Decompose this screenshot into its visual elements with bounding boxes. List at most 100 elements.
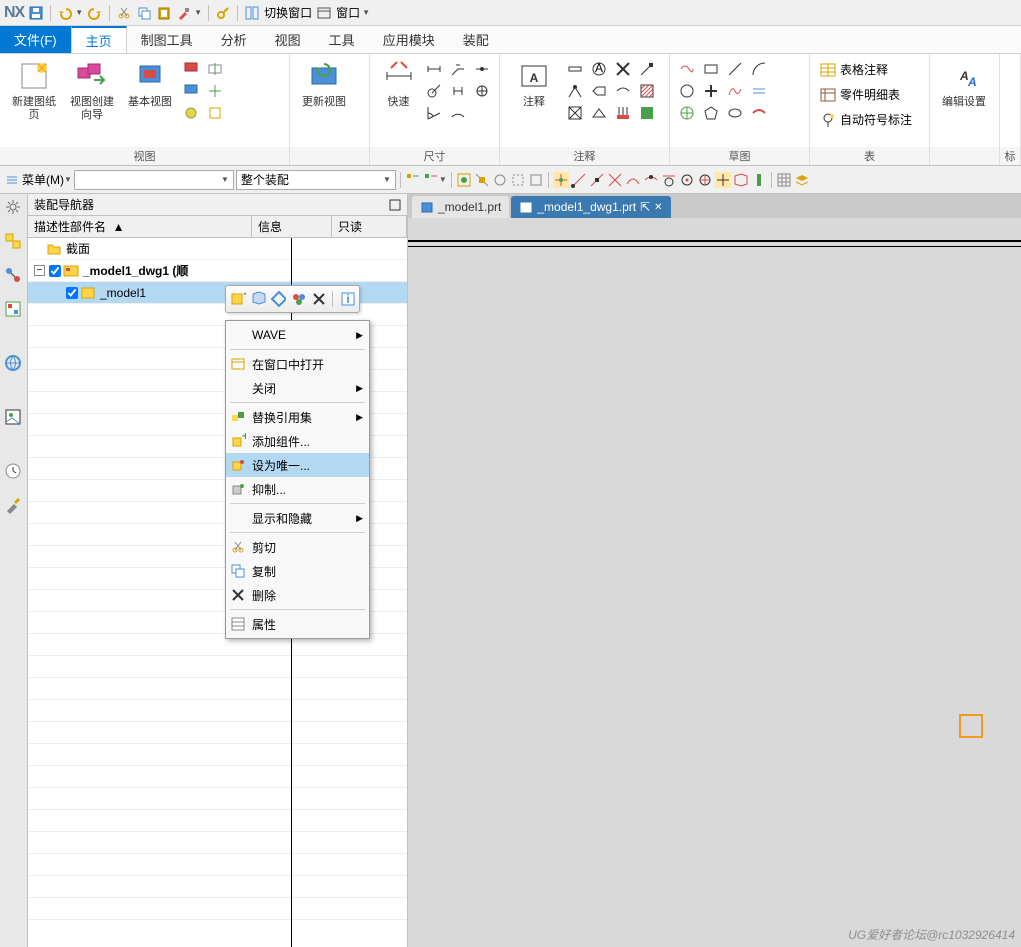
snap-end-icon[interactable]	[571, 172, 587, 188]
layer-icon[interactable]	[794, 172, 810, 188]
sk-rect-icon[interactable]	[702, 60, 720, 78]
edit-settings-button[interactable]: AA 编辑设置	[936, 58, 992, 111]
dim-angle-icon[interactable]	[425, 104, 443, 122]
combo-1[interactable]: ▼	[74, 170, 234, 190]
col-readonly[interactable]: 只读	[332, 216, 407, 237]
snap-on-icon[interactable]	[643, 172, 659, 188]
anno-8-icon[interactable]	[614, 82, 632, 100]
anno-4-icon[interactable]: A	[590, 60, 608, 78]
anno-10-icon[interactable]	[638, 60, 656, 78]
menu-analysis[interactable]: 分析	[207, 26, 261, 53]
ctx-suppress[interactable]: 抑制...	[226, 477, 369, 501]
dim-linear-icon[interactable]	[425, 60, 443, 78]
sk-spline-icon[interactable]	[726, 82, 744, 100]
ctx-show-hide[interactable]: 显示和隐藏▶	[226, 506, 369, 530]
ctx-open-window[interactable]: 在窗口中打开	[226, 352, 369, 376]
image-icon[interactable]	[4, 408, 24, 428]
sk-3-icon[interactable]	[678, 104, 696, 122]
graphics-canvas[interactable]: _model1.prt _model1_dwg1.prt ⇱ ✕ UG爱好者论坛…	[408, 194, 1021, 947]
filter-2-icon[interactable]	[423, 172, 439, 188]
dropdown-icon[interactable]: ▼	[194, 8, 202, 17]
ctx-wave[interactable]: WAVE▶	[226, 323, 369, 347]
ctx-info-icon[interactable]: i	[339, 291, 355, 307]
copy-icon[interactable]	[136, 5, 152, 21]
snap-tan-icon[interactable]	[661, 172, 677, 188]
dropdown-icon[interactable]: ▼	[75, 8, 83, 17]
tree-dwg1-row[interactable]: − _model1_dwg1 (顺	[28, 260, 407, 282]
ctx-cut[interactable]: 剪切	[226, 535, 369, 559]
tree-checkbox[interactable]	[66, 287, 78, 299]
sk-1-icon[interactable]	[678, 60, 696, 78]
rapid-dim-button[interactable]: 快速	[376, 58, 421, 111]
dropdown-icon[interactable]: ▼	[362, 8, 370, 17]
table-annotation-button[interactable]: 表格注释	[818, 60, 914, 79]
base-view-button[interactable]: 基本视图	[122, 58, 178, 111]
view-wizard-button[interactable]: 视图创建向导	[64, 58, 120, 124]
ctx-add-component[interactable]: +添加组件...	[226, 429, 369, 453]
paste-icon[interactable]	[156, 5, 172, 21]
menu-drafting[interactable]: 制图工具	[127, 26, 207, 53]
dim-arc-icon[interactable]	[449, 104, 467, 122]
sk-plus-icon[interactable]	[702, 82, 720, 100]
tab-model1[interactable]: _model1.prt	[412, 196, 509, 218]
tree-checkbox[interactable]	[49, 265, 61, 277]
annotation-button[interactable]: A 注释	[506, 58, 562, 111]
snap-curve-icon[interactable]	[625, 172, 641, 188]
menu-file[interactable]: 文件(F)	[0, 26, 71, 53]
tab-popout-icon[interactable]: ⇱	[640, 200, 650, 214]
snap-quad-icon[interactable]	[697, 172, 713, 188]
ctx-make-unique[interactable]: 设为唯一...	[226, 453, 369, 477]
anno-3-icon[interactable]	[566, 104, 584, 122]
window-layout-icon[interactable]	[244, 5, 260, 21]
dim-thickness-icon[interactable]	[449, 82, 467, 100]
snap-pole-icon[interactable]	[751, 172, 767, 188]
tree-section-row[interactable]: 截面	[28, 238, 407, 260]
auto-balloon-button[interactable]: 自动符号标注	[818, 110, 914, 129]
anno-5-icon[interactable]	[590, 82, 608, 100]
snap-face-icon[interactable]	[733, 172, 749, 188]
tool-sketch-icon[interactable]	[4, 496, 24, 516]
undo-icon[interactable]	[57, 5, 73, 21]
dim-hole-icon[interactable]	[473, 82, 491, 100]
view-tool-6-icon[interactable]	[206, 104, 224, 122]
menu-icon[interactable]	[4, 172, 20, 188]
col-name[interactable]: 描述性部件名 ▲	[28, 216, 252, 237]
tab-close-icon[interactable]: ✕	[654, 202, 662, 213]
ctx-color-icon[interactable]	[290, 291, 306, 307]
sk-2-icon[interactable]	[678, 82, 696, 100]
sk-curve-icon[interactable]	[750, 104, 768, 122]
anno-1-icon[interactable]	[566, 60, 584, 78]
snap-pt-icon[interactable]	[715, 172, 731, 188]
internet-icon[interactable]	[4, 354, 24, 374]
sk-polygon-icon[interactable]	[702, 104, 720, 122]
menu-button-label[interactable]: 菜单(M)	[22, 171, 64, 188]
window-menu-label[interactable]: 窗口	[336, 4, 360, 21]
menu-tools[interactable]: 工具	[315, 26, 369, 53]
nav-pin-icon[interactable]	[389, 199, 401, 211]
ctx-delete[interactable]: 删除	[226, 583, 369, 607]
gear-icon[interactable]	[4, 198, 24, 218]
menu-home[interactable]: 主页	[71, 26, 127, 53]
update-view-button[interactable]: 更新视图	[296, 58, 352, 111]
history-icon[interactable]	[4, 300, 24, 320]
sel-4-icon[interactable]	[510, 172, 526, 188]
clock-icon[interactable]	[4, 462, 24, 482]
ctx-view-icon[interactable]	[250, 291, 266, 307]
sel-3-icon[interactable]	[492, 172, 508, 188]
menu-assembly[interactable]: 装配	[449, 26, 503, 53]
tree-collapse-icon[interactable]: −	[34, 265, 45, 276]
anno-hatch-icon[interactable]	[638, 82, 656, 100]
ctx-properties[interactable]: 属性	[226, 612, 369, 636]
grid-icon[interactable]	[776, 172, 792, 188]
parts-list-button[interactable]: 零件明细表	[818, 85, 914, 104]
snap-int-icon[interactable]	[607, 172, 623, 188]
dim-radial-icon[interactable]	[425, 82, 443, 100]
ctx-copy[interactable]: 复制	[226, 559, 369, 583]
anno-2-icon[interactable]	[566, 82, 584, 100]
snap-ctrl-icon[interactable]	[589, 172, 605, 188]
snap-ctr-icon[interactable]	[679, 172, 695, 188]
redo-icon[interactable]	[87, 5, 103, 21]
dim-chamfer-icon[interactable]	[449, 60, 467, 78]
ctx-diamond-icon[interactable]	[270, 291, 286, 307]
menu-view[interactable]: 视图	[261, 26, 315, 53]
